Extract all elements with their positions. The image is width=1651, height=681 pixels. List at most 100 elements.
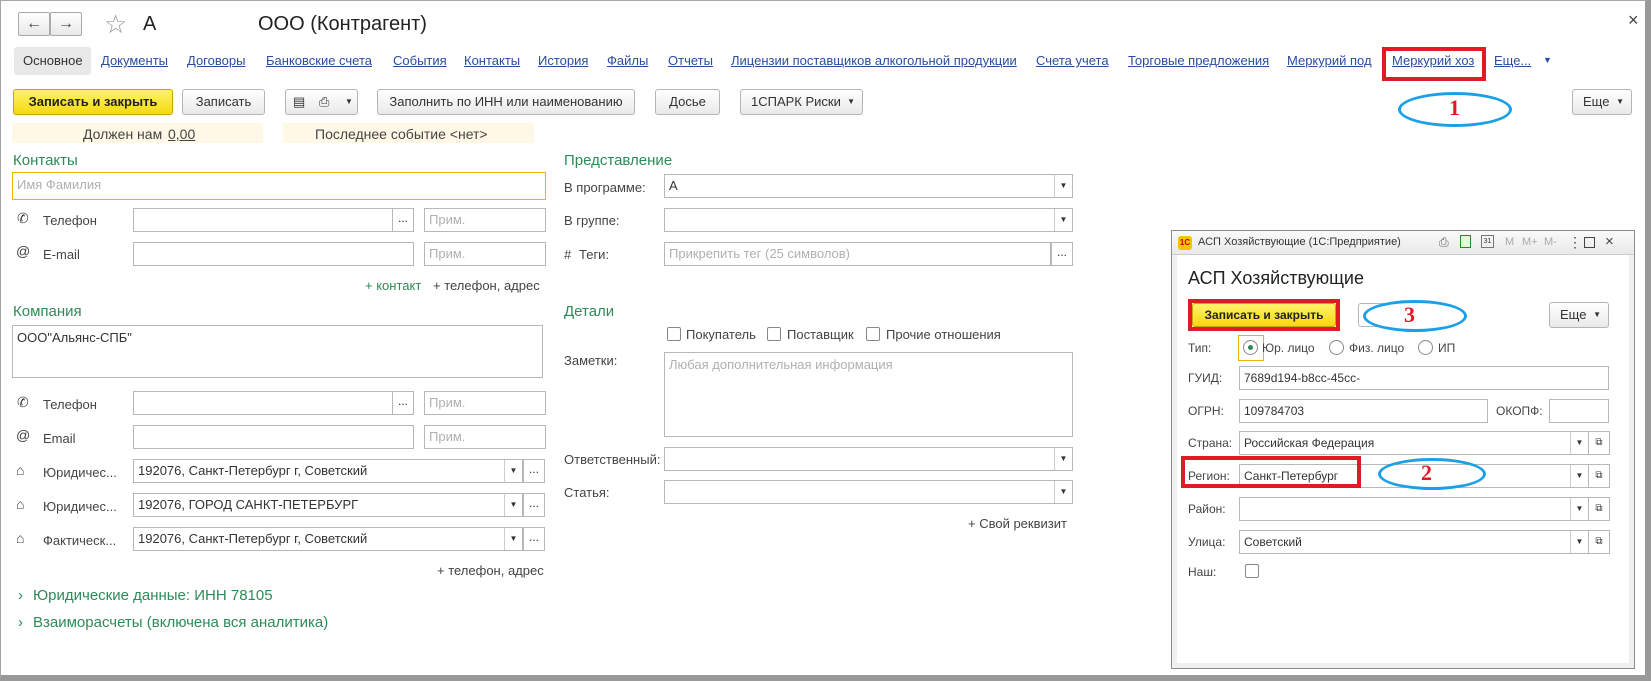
back-button[interactable]: ← — [18, 12, 50, 36]
memory-minus-icon[interactable]: М- — [1544, 236, 1557, 248]
memory-plus-icon[interactable]: М+ — [1522, 236, 1538, 248]
contact-email-note[interactable]: Прим. — [424, 242, 546, 266]
tab-mercury-sub[interactable]: Меркурий под — [1287, 53, 1372, 68]
group-input[interactable]: ▼ — [664, 208, 1073, 232]
tab-main[interactable]: Основное — [23, 53, 83, 68]
legal-data-chevron-icon[interactable]: › — [18, 587, 23, 604]
other-relations-checkbox[interactable] — [866, 327, 880, 341]
region-open-icon[interactable]: ⧉ — [1588, 464, 1610, 488]
legal-address-2-input[interactable]: 192076, ГОРОД САНКТ-ПЕТЕРБУРГ ▼ — [133, 493, 523, 517]
notes-textarea[interactable]: Любая дополнительная информация — [664, 352, 1073, 437]
tab-reports[interactable]: Отчеты — [668, 53, 713, 68]
ours-checkbox[interactable] — [1245, 564, 1259, 578]
owes-value[interactable]: 0,00 — [168, 126, 195, 142]
responsible-input[interactable]: ▼ — [664, 447, 1073, 471]
type-radio-ip[interactable] — [1418, 340, 1433, 355]
actual-address-input[interactable]: 192076, Санкт-Петербург г, Советский ▼ — [133, 527, 523, 551]
legal-address-2-select-button[interactable]: ... — [523, 493, 545, 517]
chevron-down-icon[interactable]: ▼ — [504, 460, 522, 482]
own-requisite-link[interactable]: + Свой реквизит — [968, 516, 1067, 531]
tab-history[interactable]: История — [538, 53, 588, 68]
chevron-down-icon[interactable]: ▼ — [504, 494, 522, 516]
contact-phone-note[interactable]: Прим. — [424, 208, 546, 232]
company-email-note[interactable]: Прим. — [424, 425, 546, 449]
supplier-checkbox[interactable] — [767, 327, 781, 341]
contact-phone-input[interactable] — [133, 208, 393, 232]
contact-name-placeholder: Имя Фамилия — [17, 177, 102, 192]
company-email-input[interactable] — [133, 425, 414, 449]
street-input[interactable]: Советский ▼ — [1239, 530, 1589, 554]
tags-select-button[interactable]: ... — [1051, 242, 1073, 266]
company-add-phone-address-link[interactable]: + телефон, адрес — [437, 563, 544, 578]
save-button[interactable]: Записать — [182, 89, 265, 115]
legal-data-collapsible[interactable]: Юридические данные: ИНН 78105 — [33, 587, 273, 604]
print-icon[interactable]: ⎙ — [1439, 235, 1449, 250]
country-input[interactable]: Российская Федерация ▼ — [1239, 431, 1589, 455]
tab-files[interactable]: Файлы — [607, 53, 648, 68]
article-input[interactable]: ▼ — [664, 480, 1073, 504]
presentation-section-title: Представление — [564, 152, 673, 169]
tab-bank-accounts[interactable]: Банковские счета — [266, 53, 372, 68]
type-radio-legal[interactable] — [1243, 340, 1258, 355]
legal-address-1-select-button[interactable]: ... — [523, 459, 545, 483]
maximize-icon[interactable] — [1584, 237, 1595, 248]
settlements-collapsible[interactable]: Взаиморасчеты (включена вся аналитика) — [33, 614, 328, 631]
chevron-down-icon[interactable]: ▼ — [1570, 432, 1588, 454]
in-program-input[interactable]: А ▼ — [664, 174, 1073, 198]
okopf-input[interactable] — [1549, 399, 1609, 423]
district-input[interactable]: ▼ — [1239, 497, 1589, 521]
close-icon[interactable]: × — [1605, 233, 1614, 250]
close-icon[interactable]: × — [1628, 10, 1639, 31]
company-phone-select-button[interactable]: ... — [392, 391, 414, 415]
star-icon[interactable]: ☆ — [104, 9, 127, 40]
tab-accounting[interactable]: Счета учета — [1036, 53, 1109, 68]
settlements-chevron-icon[interactable]: › — [18, 614, 23, 631]
chevron-down-icon[interactable]: ▼ — [1570, 498, 1588, 520]
tab-documents[interactable]: Документы — [101, 53, 168, 68]
dialog-more-button[interactable]: Еще ▼ — [1549, 302, 1609, 328]
street-open-icon[interactable]: ⧉ — [1588, 530, 1610, 554]
chevron-down-icon[interactable]: ▼ — [1054, 481, 1072, 503]
type-radio-individual[interactable] — [1329, 340, 1344, 355]
calculator-icon[interactable] — [1460, 235, 1471, 248]
tab-licenses[interactable]: Лицензии поставщиков алкогольной продукц… — [731, 53, 1017, 68]
chevron-down-icon[interactable]: ▼ — [1054, 209, 1072, 231]
tab-contracts[interactable]: Договоры — [187, 53, 245, 68]
dossier-button[interactable]: Досье — [655, 89, 720, 115]
company-name-input[interactable]: ООО"Альянс-СПБ" — [12, 325, 543, 378]
contact-email-input[interactable] — [133, 242, 414, 266]
spark-risks-button[interactable]: 1СПАРК Риски ▼ — [740, 89, 863, 115]
tab-events[interactable]: События — [393, 53, 447, 68]
company-phone-input[interactable] — [133, 391, 393, 415]
chevron-down-icon[interactable]: ▼ — [1570, 465, 1588, 487]
memory-m-icon[interactable]: М — [1505, 236, 1514, 248]
tags-input[interactable]: Прикрепить тег (25 символов) — [664, 242, 1051, 266]
save-close-button[interactable]: Записать и закрыть — [13, 89, 173, 115]
chevron-down-icon[interactable]: ▼ — [1054, 175, 1072, 197]
chevron-down-icon[interactable]: ▼ — [504, 528, 522, 550]
contact-name-input[interactable]: Имя Фамилия — [12, 172, 546, 200]
print-button-group[interactable]: ▤ ⎙ ▼ — [285, 89, 358, 115]
add-contact-link[interactable]: + контакт — [365, 278, 421, 293]
tab-contacts[interactable]: Контакты — [464, 53, 520, 68]
forward-button[interactable]: → — [50, 12, 82, 36]
actual-address-select-button[interactable]: ... — [523, 527, 545, 551]
chevron-down-icon[interactable]: ▼ — [1570, 531, 1588, 553]
buyer-checkbox[interactable] — [667, 327, 681, 341]
guid-input[interactable]: 7689d194-b8cc-45cc- — [1239, 366, 1609, 390]
more-button[interactable]: Еще ▼ — [1572, 89, 1632, 115]
page-title: ООО (Контрагент) — [258, 13, 427, 35]
add-phone-address-link[interactable]: + телефон, адрес — [433, 278, 540, 293]
company-phone-note[interactable]: Прим. — [424, 391, 546, 415]
contact-phone-select-button[interactable]: ... — [392, 208, 414, 232]
fill-by-inn-button[interactable]: Заполнить по ИНН или наименованию — [377, 89, 635, 115]
menu-icon[interactable]: ⋮ — [1568, 234, 1582, 251]
calendar-icon[interactable]: 31 — [1481, 235, 1494, 248]
tab-trade-offers[interactable]: Торговые предложения — [1128, 53, 1269, 68]
chevron-down-icon[interactable]: ▼ — [1054, 448, 1072, 470]
district-open-icon[interactable]: ⧉ — [1588, 497, 1610, 521]
tab-more[interactable]: Еще... — [1494, 53, 1531, 68]
country-open-icon[interactable]: ⧉ — [1588, 431, 1610, 455]
ogrn-input[interactable]: 109784703 — [1239, 399, 1488, 423]
legal-address-1-input[interactable]: 192076, Санкт-Петербург г, Советский ▼ — [133, 459, 523, 483]
